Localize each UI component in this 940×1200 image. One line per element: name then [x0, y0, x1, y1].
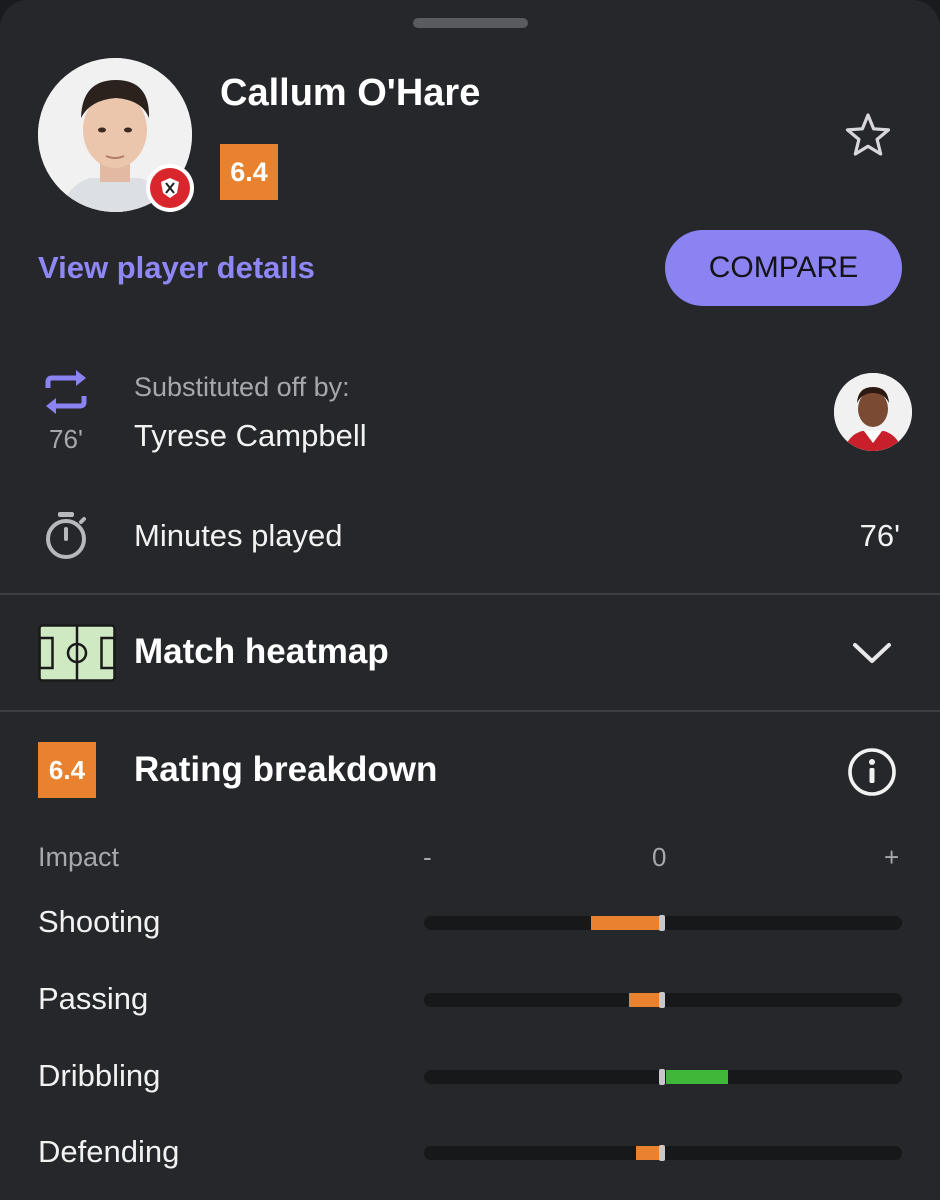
minutes-played-label: Minutes played: [134, 518, 343, 553]
substitution-label: Substituted off by:: [134, 372, 350, 402]
divider: [0, 593, 940, 595]
axis-zero-label: 0: [652, 842, 667, 872]
compare-button[interactable]: COMPARE: [665, 230, 902, 306]
view-player-details-link[interactable]: View player details: [38, 250, 315, 286]
impact-bar: [666, 1070, 728, 1084]
impact-label: Impact: [38, 842, 120, 872]
substitute-avatar[interactable]: [834, 373, 912, 451]
info-icon[interactable]: [846, 746, 898, 798]
zero-tick: [659, 1069, 665, 1085]
stopwatch-icon: [42, 510, 90, 562]
metric-label-shooting: Shooting: [38, 904, 161, 939]
zero-tick: [659, 1145, 665, 1161]
metric-label-defending: Defending: [38, 1134, 180, 1169]
player-sheet: Callum O'Hare 6.4 View player details CO…: [0, 0, 940, 1200]
substitution-minute: 76': [49, 424, 83, 454]
divider: [0, 710, 940, 712]
substitution-arrows-icon: [40, 366, 92, 418]
metric-label-passing: Passing: [38, 981, 149, 1016]
player-name: Callum O'Hare: [220, 72, 481, 114]
impact-bar: [590, 916, 662, 930]
minutes-played-value: 76': [859, 518, 900, 553]
axis-minus-label: -: [423, 842, 432, 872]
chevron-down-icon: [850, 636, 894, 670]
impact-bar: [628, 993, 662, 1007]
impact-track: [424, 992, 902, 1008]
rating-breakdown-badge: 6.4: [38, 742, 96, 798]
pitch-icon: [38, 624, 116, 682]
metric-label-dribbling: Dribbling: [38, 1058, 161, 1093]
impact-track: [424, 1145, 902, 1161]
drag-handle[interactable]: [413, 18, 528, 28]
impact-track: [424, 1069, 902, 1085]
club-badge: [146, 164, 194, 212]
rating-breakdown-title: Rating breakdown: [134, 750, 438, 789]
match-heatmap-toggle[interactable]: Match heatmap: [0, 596, 940, 710]
substitute-player-name: Tyrese Campbell: [134, 418, 367, 453]
zero-tick: [659, 992, 665, 1008]
star-icon[interactable]: [840, 108, 896, 164]
match-heatmap-title: Match heatmap: [134, 632, 389, 671]
axis-plus-label: +: [884, 842, 900, 872]
zero-tick: [659, 915, 665, 931]
club-crest-icon: [161, 178, 179, 198]
impact-track: [424, 915, 902, 931]
rating-badge: 6.4: [220, 144, 278, 200]
